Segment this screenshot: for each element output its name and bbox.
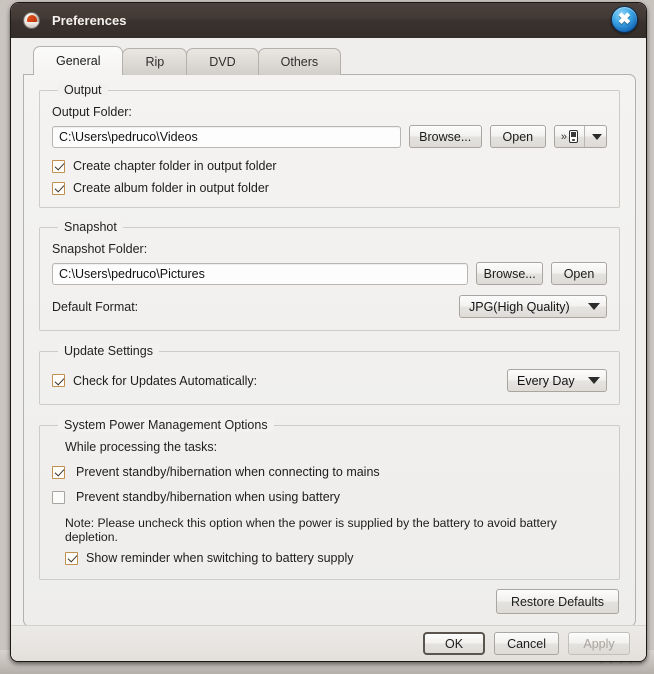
restore-defaults-label: Restore Defaults [510,594,605,609]
create-chapter-folder-checkbox[interactable] [52,159,65,173]
prevent-standby-battery-row[interactable]: Prevent standby/hibernation when using b… [52,490,607,504]
chevron-down-icon [588,377,600,384]
check-updates-label: Check for Updates Automatically: [73,373,258,388]
update-group-legend: Update Settings [58,344,159,358]
apply-label: Apply [583,636,615,651]
tab-rip[interactable]: Rip [122,48,188,75]
power-group-legend: System Power Management Options [58,418,274,432]
snapshot-format-label: Default Format: [52,299,139,314]
title-bar: Preferences ✖ [11,3,646,38]
double-chevron-icon: » [560,130,567,143]
create-chapter-folder-row[interactable]: Create chapter folder in output folder [52,159,607,173]
output-browse-label: Browse... [419,129,472,144]
snapshot-open-button[interactable]: Open [551,262,607,285]
snapshot-group-legend: Snapshot [58,220,123,234]
output-open-button[interactable]: Open [489,125,546,148]
snapshot-browse-button[interactable]: Browse... [476,262,543,285]
ok-button[interactable]: OK [423,632,486,655]
output-open-label: Open [502,129,534,144]
power-management-group: System Power Management Options While pr… [39,418,620,580]
snapshot-group: Snapshot Snapshot Folder: C:\Users\pedru… [39,220,620,331]
create-album-folder-label: Create album folder in output folder [73,181,269,195]
tab-general-label: General [56,54,101,68]
tab-others[interactable]: Others [257,48,342,75]
prevent-standby-mains-row[interactable]: Prevent standby/hibernation when connect… [52,465,607,479]
dialog-button-bar: OK Cancel Apply [11,625,646,661]
preferences-dialog: Preferences ✖ General Rip DVD Others Out… [10,2,647,662]
app-logo-icon [23,12,40,29]
output-group: Output Output Folder: C:\Users\pedruco\V… [39,83,620,208]
snapshot-open-label: Open [563,266,595,281]
prevent-standby-mains-label: Prevent standby/hibernation when connect… [76,465,380,479]
show-reminder-checkbox[interactable] [65,551,78,565]
power-note-text: Note: Please uncheck this option when th… [65,516,557,544]
chevron-down-icon [588,303,600,310]
tab-general[interactable]: General [33,46,124,75]
snapshot-folder-value: C:\Users\pedruco\Pictures [59,266,205,281]
snapshot-folder-label: Snapshot Folder: [52,242,148,256]
tab-others-label: Others [280,55,319,69]
check-updates-row[interactable]: Check for Updates Automatically: [52,374,257,388]
update-settings-group: Update Settings Check for Updates Automa… [39,344,620,405]
show-reminder-label: Show reminder when switching to battery … [86,551,354,565]
snapshot-browse-label: Browse... [483,266,536,281]
restore-defaults-row: Restore Defaults [496,589,619,614]
snapshot-format-select[interactable]: JPG(High Quality) [459,295,607,318]
update-frequency-value: Every Day [517,373,575,388]
close-icon[interactable]: ✖ [611,6,638,33]
general-tab-panel: Output Output Folder: C:\Users\pedruco\V… [23,74,636,627]
tab-bar: General Rip DVD Others [33,46,646,75]
ok-label: OK [445,636,464,651]
tab-dvd[interactable]: DVD [186,48,259,75]
restore-defaults-button[interactable]: Restore Defaults [496,589,619,614]
prevent-standby-battery-checkbox[interactable] [52,490,65,504]
snapshot-format-value: JPG(High Quality) [469,299,570,314]
create-chapter-folder-label: Create chapter folder in output folder [73,159,277,173]
snapshot-folder-input[interactable]: C:\Users\pedruco\Pictures [52,262,469,285]
output-folder-input[interactable]: C:\Users\pedruco\Videos [52,125,401,148]
output-folder-value: C:\Users\pedruco\Videos [59,129,198,144]
power-sub-label: While processing the tasks: [65,440,218,454]
output-device-dropdown-button[interactable] [585,126,606,147]
prevent-standby-battery-label: Prevent standby/hibernation when using b… [76,490,341,504]
output-device-split-button[interactable]: » [553,125,607,148]
close-glyph: ✖ [617,10,632,28]
create-album-folder-checkbox[interactable] [52,181,65,195]
show-reminder-row[interactable]: Show reminder when switching to battery … [65,551,607,565]
cancel-label: Cancel [507,636,546,651]
tab-dvd-label: DVD [209,55,236,69]
output-group-legend: Output [58,83,108,97]
update-frequency-select[interactable]: Every Day [507,369,607,392]
prevent-standby-mains-checkbox[interactable] [52,465,65,479]
chevron-down-icon [591,133,602,140]
create-album-folder-row[interactable]: Create album folder in output folder [52,181,607,195]
output-device-button[interactable]: » [555,126,585,147]
cancel-button[interactable]: Cancel [494,632,559,655]
tab-rip-label: Rip [145,55,165,69]
check-updates-checkbox[interactable] [52,374,65,387]
portable-device-icon [568,130,578,143]
output-folder-label: Output Folder: [52,105,132,119]
window-title: Preferences [52,13,127,28]
apply-button[interactable]: Apply [568,632,630,655]
output-browse-button[interactable]: Browse... [408,125,482,148]
